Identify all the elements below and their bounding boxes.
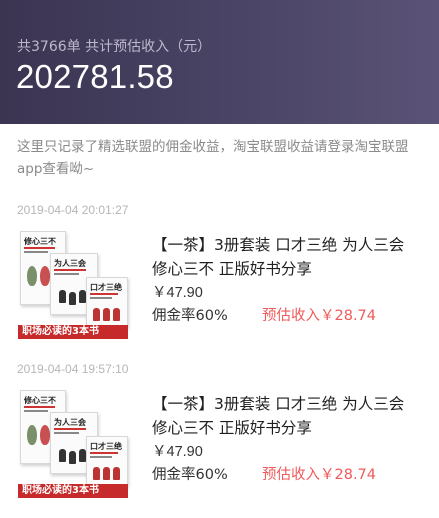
estimated-income: 预估收入￥28.74: [262, 308, 377, 324]
book-cover: 口才三绝: [86, 277, 128, 327]
commission-rate: 佣金率60%: [152, 308, 228, 324]
estimated-income: 预估收入￥28.74: [262, 467, 377, 483]
order-item[interactable]: 修心三不 为人三会 口才三绝 职场必读的3本书 【一茶】3册套装 口才三绝 为人…: [0, 386, 439, 504]
product-title[interactable]: 【一茶】3册套装 口才三绝 为人三会 修心三不 正版好书分享: [152, 392, 422, 440]
order-timestamp: 2019-04-04 19:57:10: [17, 362, 129, 376]
earnings-header: 共3766单 共计预估收入（元） 202781.58: [0, 0, 439, 124]
thumbnail-banner: 职场必读的3本书: [18, 484, 128, 498]
commission-notice: 这里只记录了精选联盟的佣金收益，淘宝联盟收益请登录淘宝联盟app查看呦~: [17, 139, 409, 177]
order-item[interactable]: 修心三不 为人三会 口才三绝 职场必读的3本书 【一茶】3册套装 口才三绝 为人…: [0, 227, 439, 345]
order-summary: 共3766单 共计预估收入（元）: [17, 39, 212, 55]
order-info: 【一茶】3册套装 口才三绝 为人三会 修心三不 正版好书分享 ￥47.90 佣金…: [152, 392, 422, 485]
product-price: ￥47.90: [152, 285, 203, 301]
product-price: ￥47.90: [152, 444, 203, 460]
total-estimated-income: 202781.58: [16, 58, 174, 95]
book-cover: 口才三绝: [86, 436, 128, 486]
product-thumbnail[interactable]: 修心三不 为人三会 口才三绝 职场必读的3本书: [16, 227, 131, 339]
order-timestamp: 2019-04-04 20:01:27: [17, 203, 129, 217]
order-info: 【一茶】3册套装 口才三绝 为人三会 修心三不 正版好书分享 ￥47.90 佣金…: [152, 233, 422, 326]
product-title[interactable]: 【一茶】3册套装 口才三绝 为人三会 修心三不 正版好书分享: [152, 233, 422, 281]
product-thumbnail[interactable]: 修心三不 为人三会 口才三绝 职场必读的3本书: [16, 386, 131, 498]
commission-rate: 佣金率60%: [152, 467, 228, 483]
thumbnail-banner: 职场必读的3本书: [18, 325, 128, 339]
